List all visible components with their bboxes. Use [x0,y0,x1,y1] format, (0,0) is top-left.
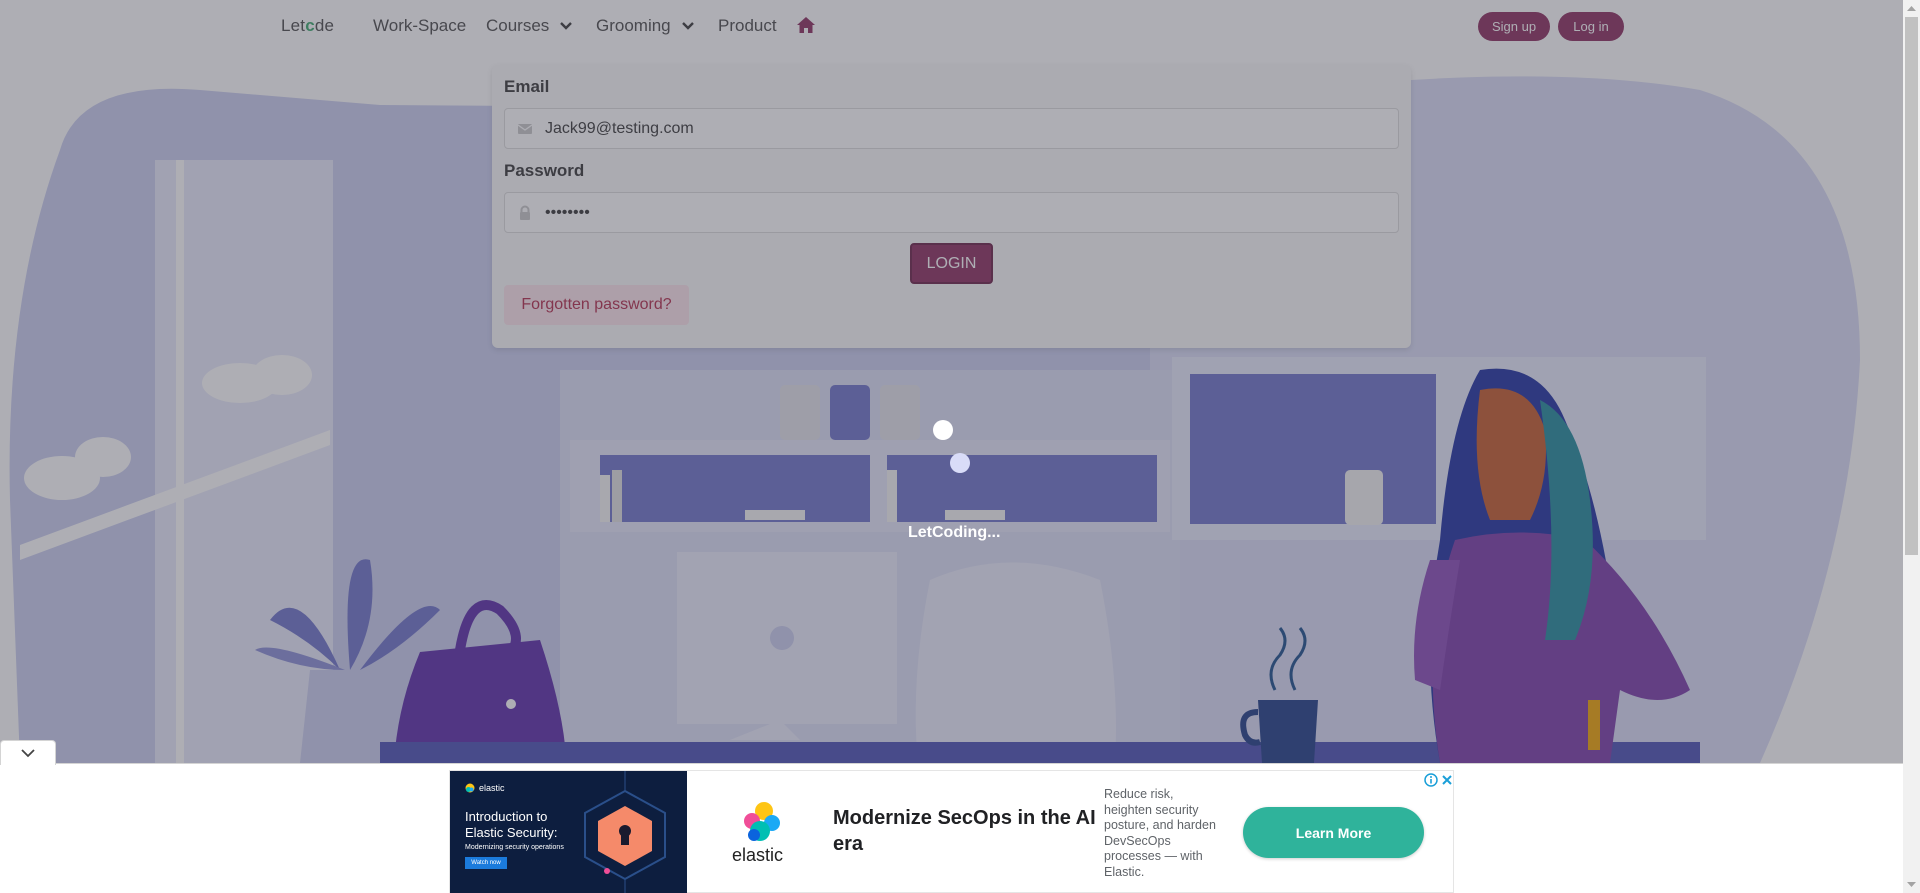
info-icon[interactable] [1424,773,1438,787]
elastic-logo-icon [744,802,780,841]
ad-body-text: Reduce risk, heighten security posture, … [1104,787,1216,879]
ad-image-watch-button[interactable]: Watch now [465,857,507,869]
ad-image-headline: Introduction to Elastic Security: [465,809,558,840]
ad-learn-more-button[interactable]: Learn More [1243,807,1424,858]
loading-text: LetCoding... [908,524,1001,541]
ad-headline[interactable]: Modernize SecOps in the AI era [833,805,1103,857]
ad-image-subline: Modernizing security operations [465,844,564,851]
chevron-down-icon [21,749,35,758]
vertical-scrollbar[interactable] [1903,0,1920,893]
ad-image-brand: elastic [465,783,505,793]
ad-image[interactable]: elastic Introduction to Elastic Security… [450,771,687,893]
scroll-up-arrow-icon[interactable] [1903,0,1920,17]
ad-banner[interactable]: elastic Introduction to Elastic Security… [449,770,1454,893]
loading-dot [933,420,953,440]
ad-banner-bar: elastic Introduction to Elastic Security… [0,763,1903,893]
loading-overlay: LetCoding... [0,0,1903,763]
ad-logo-text: elastic [732,845,784,865]
close-icon[interactable] [1440,773,1454,787]
elastic-logo-icon [465,783,475,793]
scrollbar-thumb[interactable] [1905,17,1918,555]
ad-collapse-button[interactable] [0,740,56,765]
loading-dot [950,453,970,473]
scroll-down-arrow-icon[interactable] [1903,876,1920,893]
